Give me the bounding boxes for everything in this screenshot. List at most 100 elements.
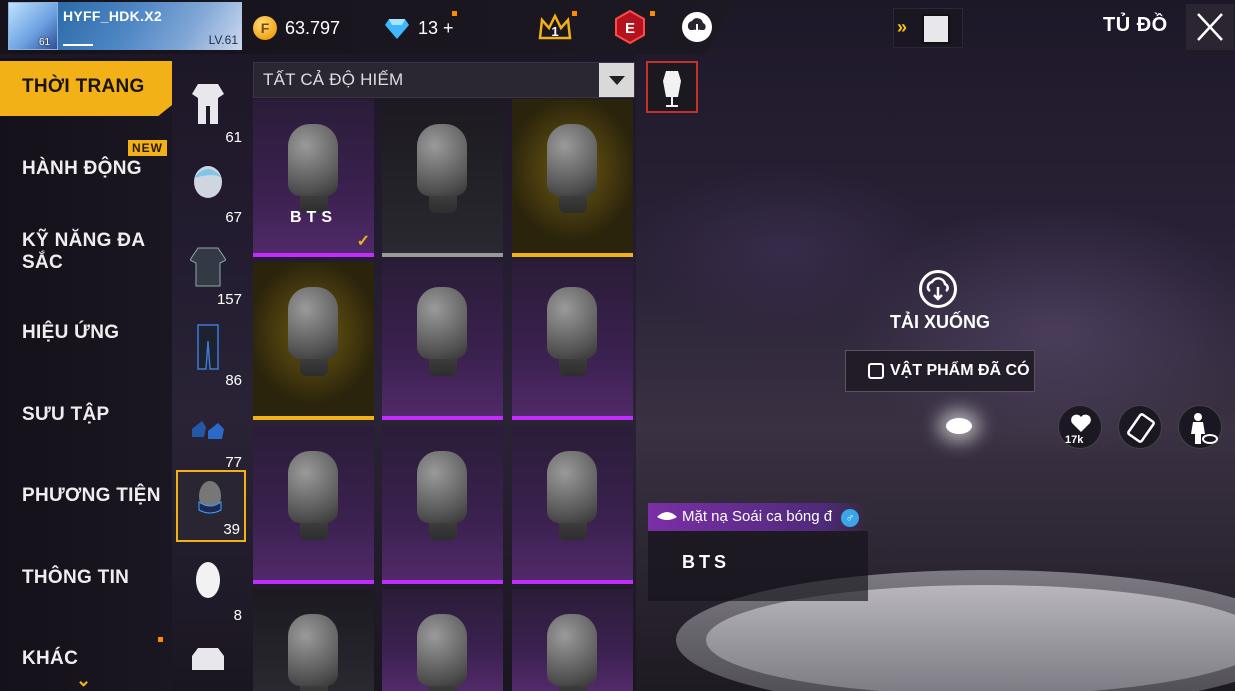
item-cell[interactable]	[382, 99, 503, 257]
item-cell[interactable]	[253, 426, 374, 584]
menu-label: HIỆU ỨNG	[22, 322, 120, 343]
item-cell[interactable]	[382, 262, 503, 420]
mask-preview	[417, 451, 467, 523]
item-cell[interactable]	[382, 589, 503, 691]
item-count: 61	[225, 129, 242, 146]
rarity-bar	[512, 580, 633, 584]
notification-dot	[650, 11, 655, 16]
mask-preview	[417, 287, 467, 359]
menu-item-collection[interactable]: SƯU TẬP	[0, 382, 172, 462]
scroll-down-icon[interactable]: ⌄	[76, 670, 91, 691]
mask-preview	[547, 287, 597, 359]
pants-icon	[197, 324, 219, 370]
page-title: TỦ ĐỒ	[1103, 14, 1168, 36]
add-diamond-button[interactable]: +	[443, 18, 454, 38]
like-count: 17k	[1065, 434, 1084, 446]
top-icon	[190, 247, 226, 287]
menu-label: KHÁC	[22, 648, 79, 669]
rarity-filter-dropdown[interactable]: TẤT CẢ ĐỘ HIẾM	[253, 62, 635, 98]
item-cell[interactable]	[253, 262, 374, 420]
rarity-bar	[253, 416, 374, 420]
menu-item-multi-skills[interactable]: KỸ NĂNG ĐA SẮC	[0, 210, 172, 290]
item-cell[interactable]	[253, 589, 374, 691]
item-count: 67	[225, 209, 242, 226]
menu-label: THỜI TRANG	[22, 76, 145, 97]
diamond-icon	[385, 19, 409, 39]
owned-box-icon	[868, 363, 884, 379]
rotate-phone-icon	[1127, 413, 1155, 443]
mask-preview	[288, 614, 338, 686]
rarity-bar	[512, 253, 633, 257]
exp-bar	[63, 44, 93, 46]
item-cell[interactable]	[512, 99, 633, 257]
chevron-down-icon[interactable]	[599, 63, 634, 97]
item-count: 8	[233, 607, 242, 624]
mask-preview	[288, 124, 338, 196]
item-count: 86	[225, 372, 242, 389]
outfit-icon	[192, 84, 224, 124]
owned-label: VẬT PHẨM ĐÃ CÓ	[890, 362, 1030, 379]
item-desc-text: BTS	[682, 552, 730, 572]
download-icon	[926, 277, 949, 301]
close-button[interactable]	[1186, 4, 1234, 50]
category-pants[interactable]: 86	[176, 313, 246, 391]
rarity-bar	[382, 253, 503, 257]
player-banner[interactable]: HYFF_HDK.X2 LV.61	[58, 2, 242, 50]
item-label: BTS	[290, 209, 337, 226]
menu-label: PHƯƠNG TIỆN	[22, 485, 161, 506]
mask-icon	[198, 481, 222, 514]
elite-letter: E	[625, 20, 635, 37]
item-cell[interactable]	[512, 262, 633, 420]
category-jacket[interactable]	[176, 630, 246, 670]
mannequin-icon	[663, 71, 681, 107]
like-button[interactable]: 17k	[1058, 405, 1102, 449]
item-description: BTS	[648, 531, 868, 601]
item-cell[interactable]	[382, 426, 503, 584]
category-face[interactable]: 8	[176, 548, 246, 626]
avatar[interactable]: 61	[8, 2, 58, 50]
character-card-icon	[922, 14, 950, 44]
menu-item-vehicles[interactable]: PHƯƠNG TIỆN	[0, 463, 172, 543]
item-cell[interactable]	[512, 589, 633, 691]
view-character-button[interactable]	[1178, 405, 1222, 449]
category-shoes[interactable]: 77	[176, 395, 246, 473]
rarity-bar	[382, 580, 503, 584]
double-chevron-icon: »	[897, 17, 908, 37]
equipped-check-icon: ✓	[356, 233, 370, 250]
menu-label: SƯU TẬP	[22, 404, 110, 425]
menu-label: HÀNH ĐỘNG	[22, 158, 142, 179]
selected-item-name: Mặt nạ Soái ca bóng đ ♂	[648, 503, 868, 531]
elite-pass-icon[interactable]: E	[613, 10, 647, 44]
category-outfit[interactable]: 61	[176, 70, 246, 148]
mask-preview	[288, 287, 338, 359]
stage-light	[946, 418, 972, 434]
menu-item-effects[interactable]: HIỆU ỨNG	[0, 300, 172, 380]
rarity-bar	[382, 416, 503, 420]
menu-item-other[interactable]: KHÁC	[0, 625, 172, 670]
item-cell[interactable]: BTS ✓	[253, 99, 374, 257]
mask-preview	[547, 451, 597, 523]
cloud-download-icon[interactable]	[680, 10, 714, 44]
filter-label: TẤT CẢ ĐỘ HIẾM	[263, 70, 404, 89]
category-hair[interactable]: 67	[176, 150, 246, 228]
notification-dot	[158, 637, 163, 642]
rank-crown-icon[interactable]: 1	[538, 10, 572, 44]
item-cell[interactable]	[512, 426, 633, 584]
diamond-balance[interactable]: 13 +	[418, 18, 454, 39]
download-label[interactable]: TẢI XUỐNG	[885, 312, 995, 333]
menu-item-info[interactable]: THÔNG TIN	[0, 545, 172, 625]
rotate-button[interactable]	[1118, 405, 1162, 449]
cloud-download-button[interactable]	[919, 270, 957, 308]
mannequin-toggle-button[interactable]	[646, 61, 698, 113]
person-eye-icon	[1191, 413, 1218, 444]
owned-items-button[interactable]: VẬT PHẨM ĐÃ CÓ	[845, 350, 1035, 392]
shoes-icon	[192, 421, 224, 439]
mask-preview	[547, 614, 597, 686]
new-badge: NEW	[128, 140, 167, 156]
menu-item-fashion[interactable]: THỜI TRANG	[0, 61, 172, 116]
category-mask[interactable]: 39	[176, 470, 246, 542]
item-count: 77	[225, 454, 242, 471]
switch-view-button[interactable]: »	[893, 8, 963, 48]
category-top[interactable]: 157	[176, 232, 246, 310]
mask-preview	[288, 451, 338, 523]
